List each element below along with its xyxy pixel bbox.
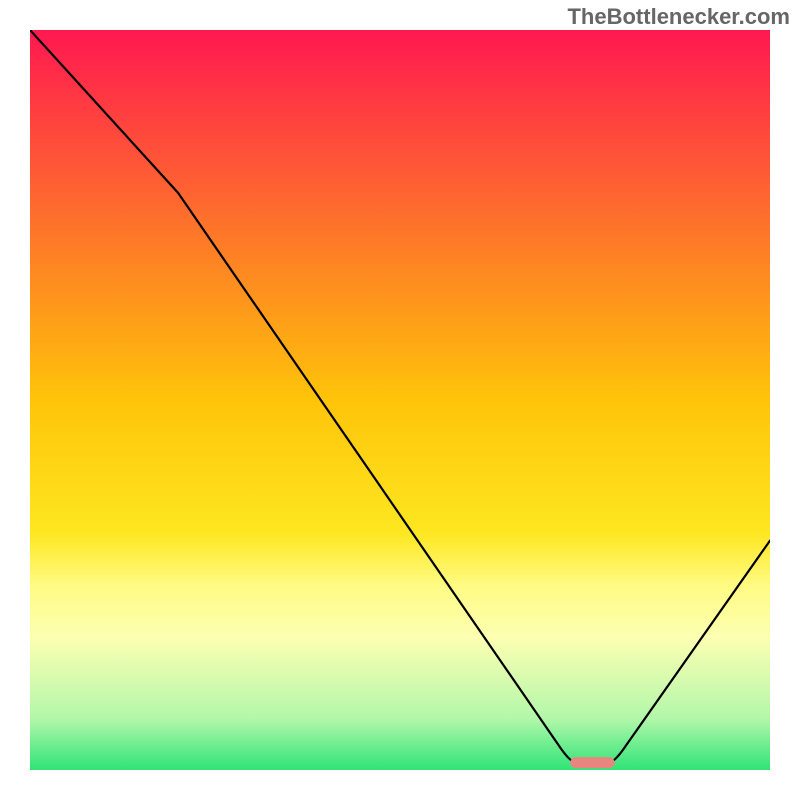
bottleneck-curve <box>30 30 770 763</box>
optimal-zone-marker <box>570 757 614 768</box>
chart-overlay <box>30 30 770 770</box>
watermark-text: TheBottlenecker.com <box>567 4 790 30</box>
chart-plot-area <box>30 30 770 770</box>
